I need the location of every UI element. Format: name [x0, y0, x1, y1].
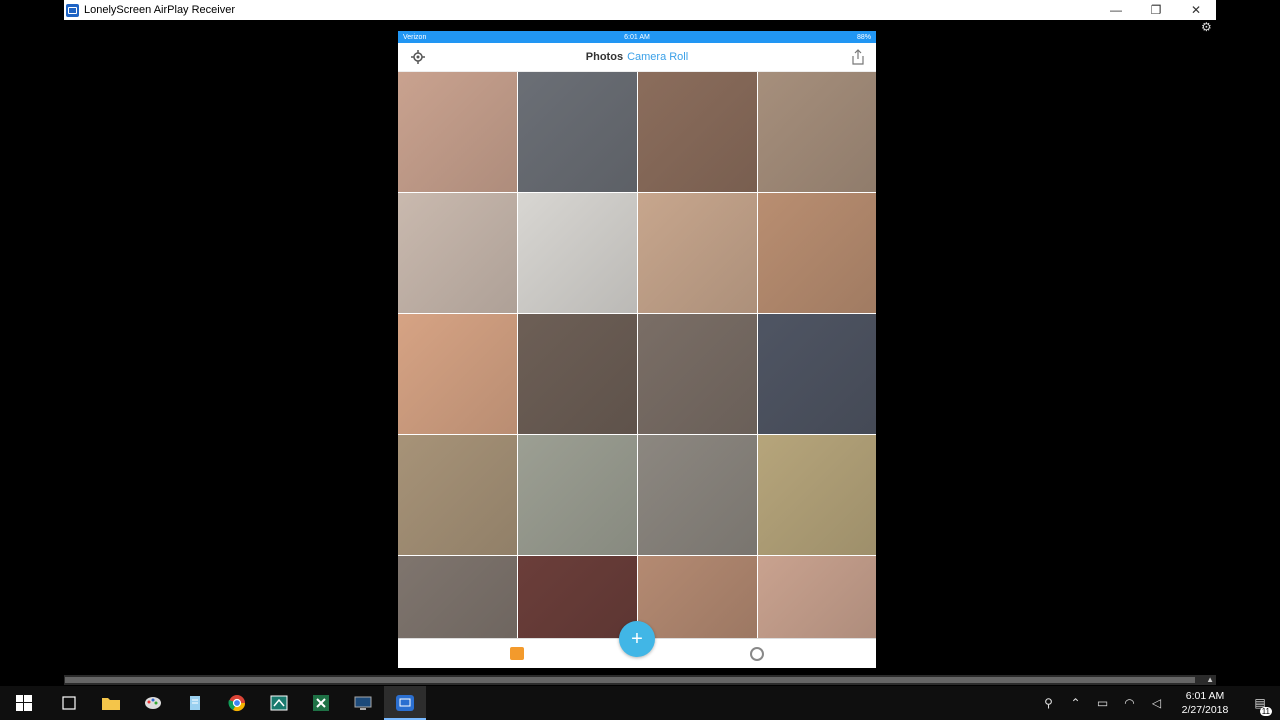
photo-thumbnail[interactable]	[398, 435, 517, 555]
chevron-up-icon[interactable]: ⌃	[1062, 686, 1089, 720]
photo-thumbnail[interactable]	[518, 72, 637, 192]
system-tray: ⚲ ⌃ ▭ ◠ ◁ 6:01 AM 2/27/2018 ▤ 11	[1035, 686, 1280, 720]
photo-thumbnail[interactable]	[518, 193, 637, 313]
photo-thumbnail[interactable]	[758, 193, 876, 313]
volume-icon[interactable]: ◁	[1143, 686, 1170, 720]
camtasia-icon	[270, 695, 288, 711]
scroll-up-icon[interactable]: ▲	[1206, 675, 1214, 684]
notifications-button[interactable]: ▤ 11	[1240, 686, 1280, 720]
chrome-button[interactable]	[216, 686, 258, 720]
photo-thumbnail[interactable]	[518, 435, 637, 555]
photo-grid	[398, 72, 876, 640]
share-icon[interactable]	[851, 49, 865, 65]
taskbar: ⚲ ⌃ ▭ ◠ ◁ 6:01 AM 2/27/2018 ▤ 11	[0, 686, 1280, 720]
photo-thumbnail[interactable]	[638, 435, 757, 555]
photo-thumbnail[interactable]	[518, 314, 637, 434]
people-icon[interactable]: ⚲	[1035, 686, 1062, 720]
start-button[interactable]	[0, 686, 48, 720]
clock[interactable]: 6:01 AM 2/27/2018	[1170, 689, 1240, 717]
horizontal-scrollbar[interactable]: ▲	[64, 675, 1216, 685]
clock-date: 2/27/2018	[1181, 704, 1229, 716]
scrollbar-thumb[interactable]	[65, 677, 1195, 683]
folder-icon	[102, 698, 120, 710]
photo-thumbnail[interactable]	[758, 314, 876, 434]
photo-thumbnail[interactable]	[758, 435, 876, 555]
photo-thumbnail[interactable]	[638, 556, 757, 640]
nav-subtitle[interactable]: Camera Roll	[627, 51, 688, 63]
nav-title: Photos	[585, 51, 624, 63]
excel-button[interactable]	[300, 686, 342, 720]
file-explorer-button[interactable]	[90, 686, 132, 720]
photo-thumbnail[interactable]	[638, 193, 757, 313]
task-view-button[interactable]	[48, 686, 90, 720]
app-button-paint[interactable]	[132, 686, 174, 720]
photo-thumbnail[interactable]	[398, 314, 517, 434]
windows-icon	[16, 695, 32, 711]
photo-thumbnail[interactable]	[398, 193, 517, 313]
close-button[interactable]: ✕	[1176, 0, 1216, 20]
app-button-notes[interactable]	[174, 686, 216, 720]
minimize-button[interactable]: —	[1096, 0, 1136, 20]
lonelyscreen-taskbar-button[interactable]	[384, 686, 426, 720]
photos-navbar: Photos Camera Roll	[398, 43, 876, 72]
hearing-tab-icon[interactable]	[750, 647, 764, 661]
lonelyscreen-icon	[396, 695, 414, 711]
photo-thumbnail[interactable]	[638, 72, 757, 192]
window-titlebar: LonelyScreen AirPlay Receiver — ❐ ✕	[64, 0, 1216, 20]
settings-icon[interactable]	[411, 50, 425, 64]
battery-icon[interactable]: ▭	[1089, 686, 1116, 720]
photo-thumbnail[interactable]	[518, 556, 637, 640]
window-title: LonelyScreen AirPlay Receiver	[84, 4, 236, 16]
wifi-icon[interactable]: ◠	[1116, 686, 1143, 720]
notes-icon	[190, 696, 200, 710]
photo-thumbnail[interactable]	[638, 314, 757, 434]
status-time: 6:01 AM	[624, 33, 650, 41]
restore-button[interactable]: ❐	[1136, 0, 1176, 20]
camtasia-button[interactable]	[258, 686, 300, 720]
clock-time: 6:01 AM	[1185, 690, 1225, 702]
app-icon	[66, 3, 79, 17]
task-view-icon	[62, 696, 76, 710]
phone-screen: Verizon 6:01 AM 88% Photos Camera Roll +	[398, 31, 876, 668]
photo-thumbnail[interactable]	[758, 72, 876, 192]
photo-thumbnail[interactable]	[398, 556, 517, 640]
monitor-icon	[354, 696, 372, 710]
excel-icon	[313, 695, 329, 711]
status-bar: Verizon 6:01 AM 88%	[398, 31, 876, 43]
add-button[interactable]: +	[619, 621, 655, 657]
gear-icon[interactable]: ⚙	[1201, 21, 1213, 33]
photo-thumbnail[interactable]	[758, 556, 876, 640]
chrome-icon	[228, 695, 246, 712]
palette-icon	[145, 697, 161, 709]
photos-tab-icon[interactable]	[510, 647, 524, 660]
photo-thumbnail[interactable]	[398, 72, 517, 192]
monitor-app-button[interactable]	[342, 686, 384, 720]
notification-count: 11	[1259, 707, 1272, 716]
